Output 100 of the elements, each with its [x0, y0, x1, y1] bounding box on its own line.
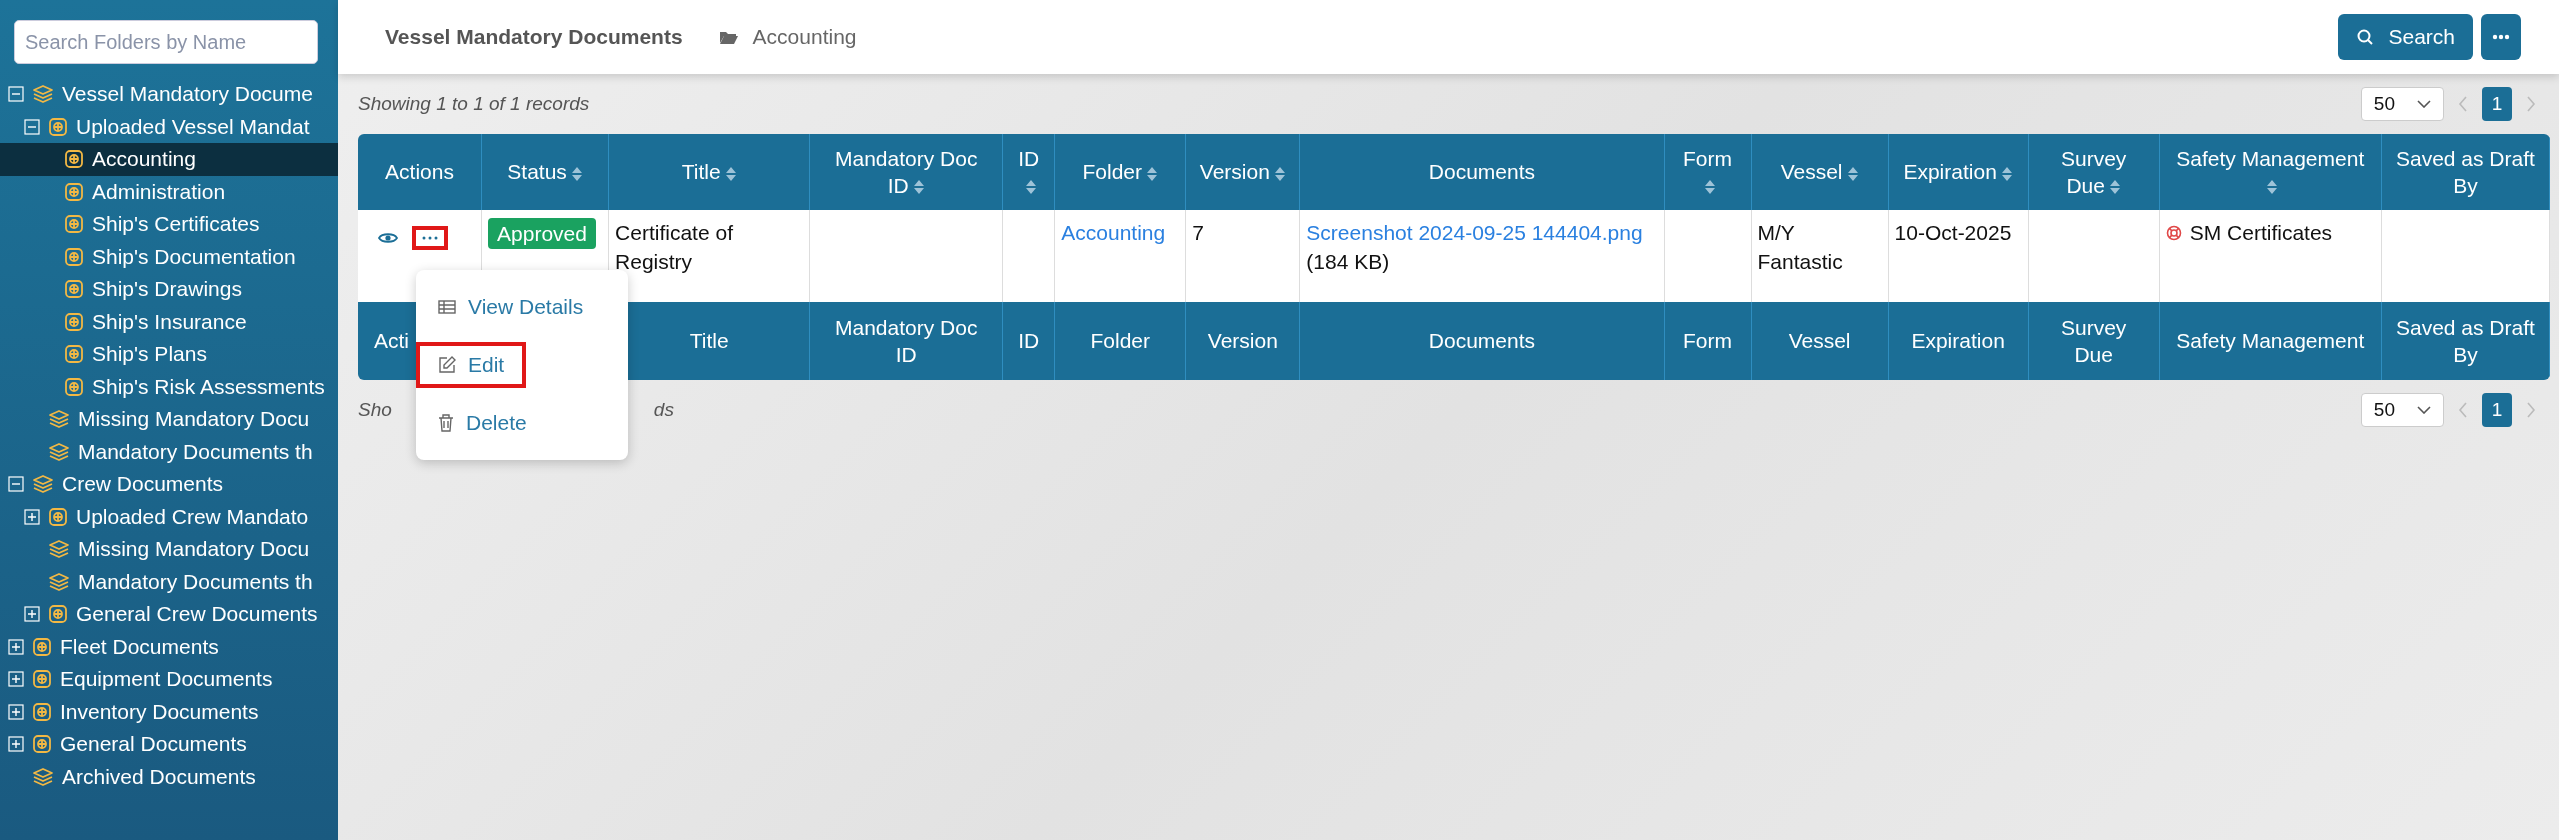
tree-item[interactable]: Inventory Documents: [0, 695, 338, 728]
tree-item[interactable]: Ship's Risk Assessments: [0, 370, 338, 403]
search-button[interactable]: Search: [2338, 14, 2473, 60]
layers-icon: [48, 539, 70, 560]
tree-item[interactable]: Vessel Mandatory Docume: [0, 78, 338, 111]
tree-item[interactable]: Ship's Certificates: [0, 208, 338, 241]
folder-icon: [32, 701, 52, 722]
folder-icon: [64, 246, 84, 267]
column-header[interactable]: Mandatory Doc ID: [810, 134, 1004, 210]
tree-item[interactable]: Missing Mandatory Docu: [0, 533, 338, 566]
tree-item[interactable]: Equipment Documents: [0, 663, 338, 696]
collapse-icon[interactable]: [24, 118, 40, 135]
page-title: Vessel Mandatory Documents: [385, 25, 683, 49]
column-footer: Survey Due: [2061, 315, 2127, 366]
sort-icon[interactable]: [1024, 179, 1037, 196]
column-header[interactable]: Folder: [1055, 134, 1187, 210]
page-button[interactable]: 1: [2482, 87, 2512, 121]
layers-icon: [32, 84, 54, 105]
tree-item[interactable]: Administration: [0, 175, 338, 208]
column-footer: Safety Management: [2176, 329, 2365, 353]
sort-icon[interactable]: [570, 165, 583, 182]
page-size-select[interactable]: 50: [2360, 393, 2444, 427]
tree-item[interactable]: Uploaded Vessel Mandat: [0, 110, 338, 143]
tree-item[interactable]: General Crew Documents: [0, 598, 338, 631]
tree-item[interactable]: General Documents: [0, 728, 338, 761]
folder-icon: [64, 311, 84, 332]
document-link[interactable]: Screenshot 2024-09-25 144404.png: [1306, 221, 1643, 244]
column-header[interactable]: Safety Management: [2159, 134, 2382, 210]
tree-item[interactable]: Ship's Insurance: [0, 305, 338, 338]
column-footer: Form: [1683, 329, 1733, 353]
folder-icon: [48, 116, 68, 137]
column-header[interactable]: ID: [1003, 134, 1056, 210]
column-footer: Saved as Draft By: [2395, 315, 2535, 366]
column-header[interactable]: Expiration: [1888, 134, 2029, 210]
layers-icon: [48, 409, 70, 430]
tree-item[interactable]: Mandatory Documents th: [0, 565, 338, 598]
page-button[interactable]: 1: [2482, 393, 2512, 427]
menu-item[interactable]: Delete: [416, 400, 549, 446]
column-header[interactable]: Version: [1186, 134, 1301, 210]
tree-item[interactable]: Ship's Documentation: [0, 240, 338, 273]
folder-icon: [32, 669, 52, 690]
tree-item[interactable]: Crew Documents: [0, 468, 338, 501]
folder-icon: [32, 636, 52, 657]
sort-icon[interactable]: [1846, 165, 1859, 182]
expand-icon[interactable]: [8, 703, 24, 720]
sort-icon[interactable]: [2000, 165, 2013, 182]
chevron-down-icon: [2417, 100, 2431, 108]
sort-icon[interactable]: [2108, 179, 2121, 196]
tree-item[interactable]: Accounting: [0, 143, 338, 176]
menu-item[interactable]: Edit: [416, 342, 527, 388]
tree-item[interactable]: Mandatory Documents th: [0, 435, 338, 468]
expand-icon[interactable]: [8, 736, 24, 753]
chevron-down-icon: [2417, 406, 2431, 414]
collapse-icon[interactable]: [8, 86, 24, 103]
tree-item[interactable]: Archived Documents: [0, 760, 338, 793]
column-header[interactable]: Status: [482, 134, 610, 210]
tree-item[interactable]: Missing Mandatory Docu: [0, 403, 338, 436]
tree-item[interactable]: Ship's Drawings: [0, 273, 338, 306]
menu-item[interactable]: View Details: [416, 284, 606, 330]
sort-icon[interactable]: [724, 165, 737, 182]
column-header[interactable]: Survey Due: [2028, 134, 2160, 210]
column-footer: Version: [1207, 329, 1278, 353]
column-header[interactable]: Title: [609, 134, 811, 210]
search-field[interactable]: Search Folders by Name: [14, 20, 318, 64]
column-footer: Folder: [1090, 329, 1151, 353]
sort-icon[interactable]: [1146, 165, 1159, 182]
breadcrumb[interactable]: Accounting: [752, 25, 857, 49]
expand-icon[interactable]: [8, 671, 24, 688]
cell-text: Certificate of Registry: [615, 221, 733, 274]
chevron-right-icon: [2526, 402, 2536, 418]
more-icon: [422, 236, 438, 240]
page-size-select[interactable]: 50: [2360, 87, 2444, 121]
chevron-left-icon: [2458, 96, 2468, 112]
layers-icon: [32, 474, 54, 495]
folder-icon: [64, 149, 84, 170]
tree-item[interactable]: Fleet Documents: [0, 630, 338, 663]
folder-icon: [64, 181, 84, 202]
search-icon: [2356, 28, 2375, 46]
column-footer: ID: [1018, 329, 1040, 353]
tree-item[interactable]: Ship's Plans: [0, 338, 338, 371]
table-icon: [438, 300, 456, 314]
folder-icon: [32, 734, 52, 755]
sort-icon[interactable]: [2266, 179, 2279, 196]
collapse-icon[interactable]: [8, 476, 24, 493]
sort-icon[interactable]: [1703, 179, 1716, 196]
expand-icon[interactable]: [24, 606, 40, 623]
folder-icon: [64, 376, 84, 397]
column-header[interactable]: Vessel: [1751, 134, 1889, 210]
column-footer: Expiration: [1911, 329, 2005, 353]
more-button[interactable]: [2481, 14, 2521, 60]
cell-text: M/Y Fantastic: [1757, 221, 1843, 274]
records-info: Showing 1 to 1 of 1 records: [358, 93, 590, 115]
sort-icon[interactable]: [912, 179, 925, 196]
column-header[interactable]: Form: [1664, 134, 1752, 210]
folder-link[interactable]: Accounting: [1061, 221, 1166, 244]
actions-button[interactable]: [412, 226, 448, 250]
sort-icon[interactable]: [1273, 165, 1286, 182]
tree-item[interactable]: Uploaded Crew Mandato: [0, 500, 338, 533]
expand-icon[interactable]: [24, 508, 40, 525]
expand-icon[interactable]: [8, 638, 24, 655]
